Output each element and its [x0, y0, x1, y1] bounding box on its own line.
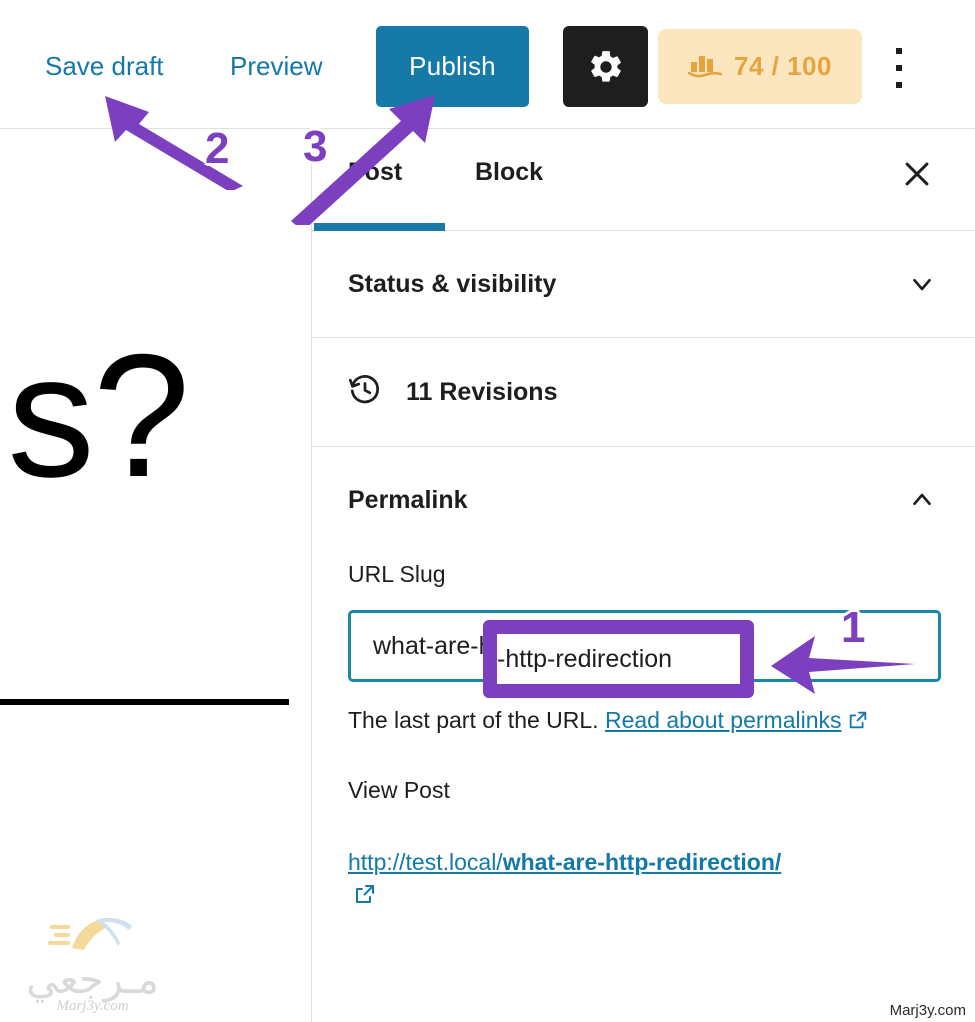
gear-icon — [587, 48, 625, 86]
post-settings-sidebar: Post Block Status & visibility 11 Revisi… — [311, 129, 975, 1022]
site-watermark: مـرجعي Marj3y.com — [5, 912, 180, 1015]
preview-button[interactable]: Preview — [230, 51, 322, 82]
panel-permalink-header[interactable]: Permalink — [312, 447, 975, 553]
panel-status-visibility-header[interactable]: Status & visibility — [312, 231, 975, 337]
post-title-text[interactable]: ns? — [0, 329, 190, 504]
view-post-label: View Post — [348, 776, 450, 803]
seo-score-value: 74 / 100 — [734, 51, 832, 81]
external-link-icon — [847, 707, 869, 740]
view-post-url-base: http://test.local/ — [348, 848, 503, 875]
tab-active-indicator — [314, 223, 445, 231]
vertical-ellipsis-icon-dot — [896, 82, 902, 88]
panel-revisions: 11 Revisions — [312, 338, 975, 447]
revisions-label: 11 Revisions — [406, 377, 558, 406]
url-slug-input[interactable] — [348, 610, 941, 682]
chevron-up-icon — [907, 485, 937, 515]
seo-bar-chart-icon — [687, 49, 723, 84]
watermark-logo-icon — [5, 912, 180, 960]
url-slug-label: URL Slug — [348, 561, 446, 587]
chevron-down-icon — [907, 269, 937, 299]
toolbar-inner: Save draft Preview Publish 74 / 100 — [0, 0, 975, 128]
content-separator-rule — [0, 699, 289, 705]
seo-score-badge[interactable]: 74 / 100 — [658, 29, 862, 104]
panel-status-visibility: Status & visibility — [312, 231, 975, 338]
panel-permalink: Permalink URL Slug The last part of the … — [312, 447, 975, 925]
view-post-url-slug: what-are-http-redirection/ — [502, 848, 782, 875]
publish-button[interactable]: Publish — [376, 26, 529, 107]
external-link-icon — [353, 882, 377, 915]
save-draft-button[interactable]: Save draft — [45, 51, 164, 82]
editor-canvas[interactable]: ns? مـرجعي Marj3y.com — [0, 129, 311, 1022]
url-slug-field-wrapper — [348, 610, 941, 682]
permalink-panel-body: URL Slug The last part of the URL. Read … — [312, 561, 975, 925]
vertical-ellipsis-icon-dot — [896, 65, 902, 71]
revisions-clock-icon — [348, 373, 382, 412]
sidebar-tab-bar: Post Block — [312, 129, 975, 231]
corner-credit-text: Marj3y.com — [889, 1002, 966, 1019]
tab-post[interactable]: Post — [348, 158, 402, 187]
vertical-ellipsis-icon-dot — [896, 48, 902, 54]
permalink-help-sentence: The last part of the URL. — [348, 707, 599, 733]
editor-toolbar: Save draft Preview Publish 74 / 100 — [0, 0, 975, 129]
close-sidebar-button[interactable] — [897, 155, 937, 195]
watermark-arabic-text: مـرجعي — [26, 957, 159, 1003]
panel-status-visibility-title: Status & visibility — [348, 269, 557, 298]
more-options-button[interactable] — [882, 44, 916, 92]
revisions-row[interactable]: 11 Revisions — [312, 338, 975, 446]
read-about-permalinks-link[interactable]: Read about permalinks — [605, 707, 842, 733]
view-post-url-link[interactable]: http://test.local/what-are-http-redirect… — [348, 849, 781, 875]
settings-button[interactable] — [563, 26, 648, 107]
view-post-link-wrapper: http://test.local/what-are-http-redirect… — [348, 846, 939, 916]
panel-permalink-title: Permalink — [348, 485, 468, 514]
permalink-help-text: The last part of the URL. Read about per… — [348, 704, 939, 740]
tab-block[interactable]: Block — [475, 158, 543, 187]
close-icon — [900, 157, 934, 194]
